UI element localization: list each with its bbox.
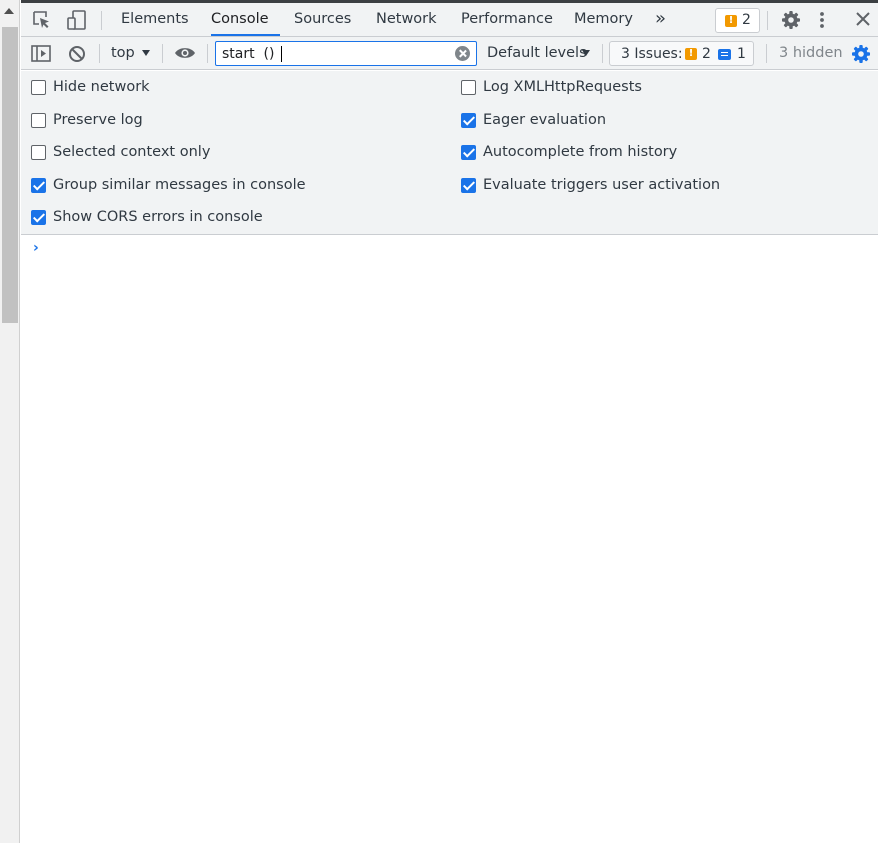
issues-info-count: 1 <box>737 46 746 62</box>
close-icon[interactable] <box>855 11 871 27</box>
tab-elements[interactable]: Elements <box>121 11 189 37</box>
issues-counter-button[interactable]: 3 Issues: ! 2 1 <box>609 41 754 66</box>
toolbar-divider <box>602 44 603 63</box>
devtools-panel: Elements Console Sources Network Perform… <box>21 0 878 843</box>
clear-console-icon[interactable] <box>68 45 86 63</box>
setting-label: Eager evaluation <box>483 112 607 128</box>
tab-sources[interactable]: Sources <box>294 11 351 37</box>
issues-badge-count: 2 <box>742 12 751 28</box>
console-settings-pane: Hide network Preserve log Selected conte… <box>21 71 878 235</box>
chevron-down-icon <box>142 50 150 56</box>
setting-label: Log XMLHttpRequests <box>483 79 642 95</box>
clear-filter-icon[interactable] <box>455 46 470 61</box>
issues-label: 3 Issues: <box>621 46 683 62</box>
setting-label: Group similar messages in console <box>53 177 306 193</box>
tab-performance[interactable]: Performance <box>461 11 553 37</box>
setting-label: Evaluate triggers user activation <box>483 177 721 193</box>
setting-label: Selected context only <box>53 144 211 160</box>
warning-icon: ! <box>725 15 737 27</box>
filter-input-value: start () <box>222 46 275 62</box>
chevron-down-icon <box>582 50 590 56</box>
show-sidebar-icon[interactable] <box>31 45 51 62</box>
inspect-element-icon[interactable] <box>32 10 52 30</box>
checkbox[interactable] <box>461 145 476 160</box>
toolbar-divider <box>101 11 102 30</box>
active-tab-indicator <box>211 34 280 36</box>
device-toolbar-icon[interactable] <box>66 9 88 31</box>
scroll-up-arrow-icon[interactable] <box>4 8 14 14</box>
more-tabs-icon[interactable]: » <box>655 8 666 34</box>
settings-gear-icon[interactable] <box>781 10 801 30</box>
setting-label: Autocomplete from history <box>483 144 678 160</box>
live-expression-eye-icon[interactable] <box>174 46 196 60</box>
console-prompt-area[interactable]: › <box>21 236 878 843</box>
vertical-scrollbar[interactable] <box>0 0 20 843</box>
console-prompt-chevron-icon: › <box>33 240 39 256</box>
toolbar-divider <box>162 44 163 63</box>
tab-memory[interactable]: Memory <box>574 11 633 37</box>
scrollbar-thumb[interactable] <box>2 27 18 323</box>
more-options-icon[interactable] <box>817 10 827 30</box>
checkbox[interactable] <box>31 145 46 160</box>
main-tab-bar: Elements Console Sources Network Perform… <box>21 0 878 37</box>
toolbar-divider <box>767 11 768 30</box>
checkbox[interactable] <box>31 178 46 193</box>
issues-warning-count: 2 <box>702 46 711 62</box>
checkbox[interactable] <box>461 113 476 128</box>
checkbox[interactable] <box>461 80 476 95</box>
toolbar-divider <box>207 44 208 63</box>
setting-label: Preserve log <box>53 112 143 128</box>
toolbar-divider <box>766 44 767 63</box>
setting-label: Show CORS errors in console <box>53 209 263 225</box>
info-message-icon <box>718 49 731 60</box>
checkbox[interactable] <box>461 178 476 193</box>
toolbar-divider <box>99 44 100 63</box>
tab-network[interactable]: Network <box>376 11 437 37</box>
text-cursor <box>281 46 282 62</box>
console-settings-gear-icon[interactable] <box>851 44 871 64</box>
checkbox[interactable] <box>31 113 46 128</box>
warning-icon: ! <box>685 48 697 60</box>
filter-input[interactable]: start () <box>215 41 477 66</box>
log-levels-label: Default levels <box>487 45 587 61</box>
setting-label: Hide network <box>53 79 150 95</box>
checkbox[interactable] <box>31 80 46 95</box>
context-selector-label: top <box>111 45 135 61</box>
issues-badge-button[interactable]: ! 2 <box>715 8 760 33</box>
checkbox[interactable] <box>31 210 46 225</box>
console-toolbar: top start () Default levels 3 Issues: ! … <box>21 37 878 70</box>
hidden-messages-count: 3 hidden <box>779 45 843 61</box>
